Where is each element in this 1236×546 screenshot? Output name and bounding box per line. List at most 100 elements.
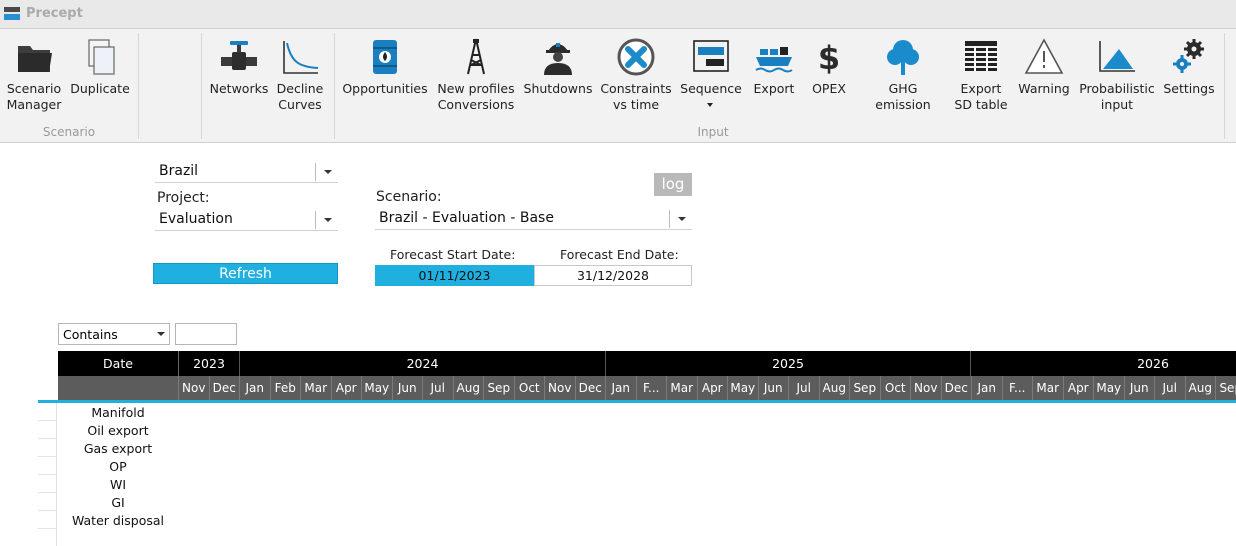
month-header[interactable]: May [362,376,393,400]
project-label: Project: [157,190,210,206]
month-header[interactable]: Jun [393,376,423,400]
table-row-label[interactable]: WI [58,476,178,494]
month-header[interactable]: Jul [423,376,454,400]
row-selector[interactable] [38,475,56,493]
month-header[interactable]: Dec [942,376,972,400]
month-header[interactable]: F... [1003,376,1033,400]
month-header[interactable]: Dec [576,376,606,400]
table-row-label[interactable]: Gas export [58,440,178,458]
row-selector[interactable] [38,403,56,421]
month-header[interactable]: Jun [1125,376,1155,400]
row-selector[interactable] [38,493,56,511]
month-header[interactable]: Aug [1186,376,1216,400]
month-header[interactable]: Jul [789,376,820,400]
year-header[interactable]: 2026 [971,351,1236,376]
ghg-emission-label: GHG emission [875,81,931,112]
month-header[interactable]: Nov [179,376,210,400]
duplicate-button[interactable]: Duplicate [70,29,130,119]
log-button[interactable]: log [654,173,692,196]
probabilistic-input-button[interactable]: Probabilistic input [1078,29,1156,119]
month-header[interactable]: Jan [606,376,637,400]
ribbon-toolbar: Scenario Manager Duplicate Scenario Netw… [0,29,1236,143]
month-header[interactable]: F... [637,376,667,400]
ribbon-separator [1224,33,1225,139]
refresh-button[interactable]: Refresh [153,263,338,284]
month-header[interactable]: Sep [1216,376,1236,400]
shutdowns-button[interactable]: Shutdowns [522,29,594,119]
project-dropdown[interactable]: Evaluation [155,209,338,231]
country-dropdown[interactable]: Brazil [155,161,338,183]
month-header-row: Nov Dec Jan Feb Mar Apr May Jun Jul Aug Sep Oct Nov D… [58,376,1236,400]
new-profiles-label: New profiles Conversions [437,81,515,112]
month-header[interactable]: Dec [210,376,240,400]
month-header[interactable]: Nov [911,376,942,400]
month-header[interactable]: Apr [698,376,728,400]
duplicate-label: Duplicate [70,81,130,96]
month-header[interactable]: Aug [820,376,850,400]
year-header[interactable]: 2025 [606,351,971,376]
new-profiles-conversions-button[interactable]: New profiles Conversions [432,29,520,119]
month-header[interactable]: Apr [1064,376,1094,400]
filter-mode-select[interactable]: Contains [58,323,170,345]
chevron-down-icon [707,103,713,107]
warning-triangle-icon [1024,38,1064,74]
year-header[interactable]: 2024 [240,351,606,376]
month-header[interactable]: Mar [1033,376,1064,400]
month-header[interactable]: Oct [881,376,911,400]
month-header[interactable]: Jul [1155,376,1186,400]
scenario-manager-button[interactable]: Scenario Manager [2,29,66,119]
month-header[interactable]: May [1094,376,1125,400]
combo-divider [315,211,316,229]
opportunities-button[interactable]: Opportunities [342,29,428,119]
table-row-label[interactable]: GI [58,494,178,512]
app-icon [4,7,20,21]
month-header[interactable]: Apr [332,376,362,400]
month-header[interactable]: Sep [850,376,881,400]
month-header[interactable]: May [728,376,759,400]
probabilistic-input-label: Probabilistic input [1079,81,1155,112]
year-header[interactable]: 2023 [179,351,240,376]
month-header[interactable]: Jan [240,376,271,400]
settings-label: Settings [1163,81,1215,96]
month-header[interactable]: Aug [454,376,484,400]
worker-hardhat-icon [544,43,572,75]
decline-curves-button[interactable]: Decline Curves [272,29,328,119]
row-selector[interactable] [38,439,56,457]
month-header[interactable]: Mar [667,376,698,400]
forecast-start-date-field[interactable]: 01/11/2023 [375,265,534,286]
scenario-value: Brazil - Evaluation - Base [379,210,554,226]
table-row-label[interactable]: Oil export [58,422,178,440]
constraints-vs-time-button[interactable]: Constraints vs time [598,29,674,119]
sequence-button[interactable]: Sequence [678,29,744,119]
export-sd-table-button[interactable]: Export SD table [950,29,1012,119]
table-row-label[interactable]: Water disposal [58,512,178,530]
month-header[interactable]: Mar [301,376,332,400]
forecast-end-date-field[interactable]: 31/12/2028 [534,265,692,286]
export-button[interactable]: Export [748,29,800,119]
row-selector[interactable] [38,421,56,439]
networks-button[interactable]: Networks [208,29,270,119]
row-selector[interactable] [38,511,56,529]
row-selector[interactable] [38,457,56,475]
table-row-label[interactable]: OP [58,458,178,476]
filter-input[interactable] [175,323,237,345]
opex-button[interactable]: $ OPEX [806,29,852,119]
settings-button[interactable]: Settings [1160,29,1218,119]
month-header[interactable]: Jun [759,376,789,400]
date-column-header[interactable]: Date [58,351,179,376]
table-row-label[interactable]: Manifold [58,404,178,422]
input-group-label: Input [697,125,729,139]
ghg-emission-button[interactable]: GHG emission [860,29,946,119]
app-title: Precept [26,6,83,21]
month-header[interactable]: Feb [271,376,301,400]
month-header[interactable]: Oct [515,376,545,400]
date-month-spacer [58,376,179,400]
sequence-bars-icon [693,40,729,72]
month-header[interactable]: Jan [972,376,1003,400]
month-header[interactable]: Nov [545,376,576,400]
warning-button[interactable]: Warning [1016,29,1072,119]
dollar-icon: $ [818,39,840,77]
scenario-dropdown[interactable]: Brazil - Evaluation - Base [375,208,692,230]
month-header[interactable]: Sep [484,376,515,400]
project-value: Evaluation [159,211,233,227]
